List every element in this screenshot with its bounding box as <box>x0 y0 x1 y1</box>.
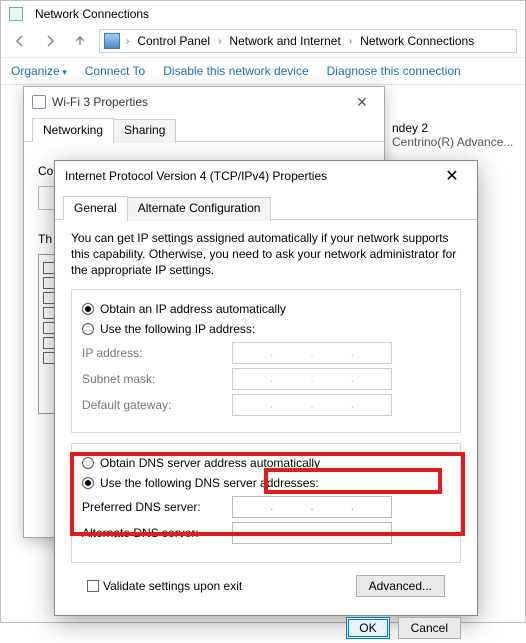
ipv4-description: You can get IP settings assigned automat… <box>71 230 461 279</box>
back-button[interactable] <box>9 30 31 52</box>
breadcrumb-item[interactable]: Network and Internet <box>227 33 342 49</box>
radio-ip-auto-label: Obtain an IP address automatically <box>100 302 286 316</box>
wifi-icon <box>32 95 46 109</box>
radio-dns-manual[interactable]: Use the following DNS server addresses: <box>82 476 450 490</box>
adapter-desc: Centrino(R) Advance... <box>392 135 513 149</box>
ipv4-dialog-body: You can get IP settings assigned automat… <box>55 220 477 605</box>
radio-icon <box>82 477 94 489</box>
explorer-nav-row: › Control Panel › Network and Internet ›… <box>1 25 525 57</box>
tab-sharing[interactable]: Sharing <box>113 119 176 143</box>
alternate-dns-input[interactable]: ... <box>232 522 392 544</box>
default-gateway-label: Default gateway: <box>82 398 232 412</box>
ipv4-dialog-titlebar: Internet Protocol Version 4 (TCP/IPv4) P… <box>55 161 477 191</box>
cancel-button[interactable]: Cancel <box>398 617 461 639</box>
radio-icon <box>82 303 94 315</box>
radio-dns-manual-label: Use the following DNS server addresses: <box>100 476 319 490</box>
up-button[interactable] <box>69 30 91 52</box>
preferred-dns-row: Preferred DNS server: ... <box>82 496 450 518</box>
wifi-dialog-titlebar: Wi-Fi 3 Properties ✕ <box>24 87 384 117</box>
radio-dns-auto-label: Obtain DNS server address automatically <box>100 456 320 470</box>
close-icon[interactable]: ✕ <box>348 94 376 111</box>
advanced-button[interactable]: Advanced... <box>356 575 445 597</box>
radio-ip-manual-label: Use the following IP address: <box>100 322 255 336</box>
chevron-right-icon: › <box>347 36 354 47</box>
control-panel-icon <box>9 7 23 21</box>
ip-address-row: IP address: ... <box>82 342 450 364</box>
connect-to-button[interactable]: Connect To <box>85 64 146 78</box>
radio-ip-auto[interactable]: Obtain an IP address automatically <box>82 302 450 316</box>
ipv4-dialog-title: Internet Protocol Version 4 (TCP/IPv4) P… <box>65 169 437 183</box>
adapter-name: ndey 2 <box>392 121 513 135</box>
tab-networking[interactable]: Networking <box>32 118 114 142</box>
breadcrumb-bar[interactable]: › Control Panel › Network and Internet ›… <box>99 29 517 53</box>
validate-row: Validate settings upon exit Advanced... <box>71 573 461 597</box>
preferred-dns-input[interactable]: ... <box>232 496 392 518</box>
breadcrumb-item[interactable]: Network Connections <box>358 33 476 49</box>
forward-button[interactable] <box>39 30 61 52</box>
ipv4-dialog-buttons: OK Cancel <box>55 605 477 643</box>
ip-address-label: IP address: <box>82 346 232 360</box>
explorer-titlebar: Network Connections <box>1 1 525 25</box>
ip-address-input: ... <box>232 342 392 364</box>
wifi-dialog-tabs: Networking Sharing <box>24 117 384 142</box>
ip-address-group: Obtain an IP address automatically Use t… <box>71 289 461 433</box>
subnet-mask-label: Subnet mask: <box>82 372 232 386</box>
explorer-toolbar: Organize Connect To Disable this network… <box>1 57 525 85</box>
alternate-dns-row: Alternate DNS server: ... <box>82 522 450 544</box>
dns-server-group: Obtain DNS server address automatically … <box>71 443 461 563</box>
ok-button[interactable]: OK <box>346 617 389 639</box>
tab-general[interactable]: General <box>63 196 128 220</box>
disable-device-button[interactable]: Disable this network device <box>163 64 308 78</box>
subnet-mask-row: Subnet mask: ... <box>82 368 450 390</box>
adapter-item[interactable]: ndey 2 Centrino(R) Advance... <box>392 121 513 149</box>
chevron-right-icon: › <box>124 36 131 47</box>
ipv4-properties-dialog: Internet Protocol Version 4 (TCP/IPv4) P… <box>54 160 478 616</box>
tab-alternate-config[interactable]: Alternate Configuration <box>127 197 272 221</box>
radio-ip-manual[interactable]: Use the following IP address: <box>82 322 450 336</box>
radio-icon <box>82 323 94 335</box>
chevron-right-icon: › <box>216 36 223 47</box>
validate-checkbox[interactable] <box>87 580 99 592</box>
alternate-dns-label: Alternate DNS server: <box>82 526 232 540</box>
default-gateway-row: Default gateway: ... <box>82 394 450 416</box>
explorer-title: Network Connections <box>35 7 149 21</box>
subnet-mask-input: ... <box>232 368 392 390</box>
diagnose-button[interactable]: Diagnose this connection <box>327 64 461 78</box>
validate-label: Validate settings upon exit <box>103 579 242 593</box>
wifi-dialog-title: Wi-Fi 3 Properties <box>52 95 348 109</box>
radio-icon <box>82 457 94 469</box>
ipv4-dialog-tabs: General Alternate Configuration <box>55 193 477 220</box>
default-gateway-input: ... <box>232 394 392 416</box>
network-connections-icon <box>104 33 120 49</box>
close-icon[interactable]: ✕ <box>437 166 467 186</box>
preferred-dns-label: Preferred DNS server: <box>82 500 232 514</box>
radio-dns-auto[interactable]: Obtain DNS server address automatically <box>82 456 450 470</box>
organize-menu[interactable]: Organize <box>11 64 67 78</box>
breadcrumb-item[interactable]: Control Panel <box>135 33 212 49</box>
